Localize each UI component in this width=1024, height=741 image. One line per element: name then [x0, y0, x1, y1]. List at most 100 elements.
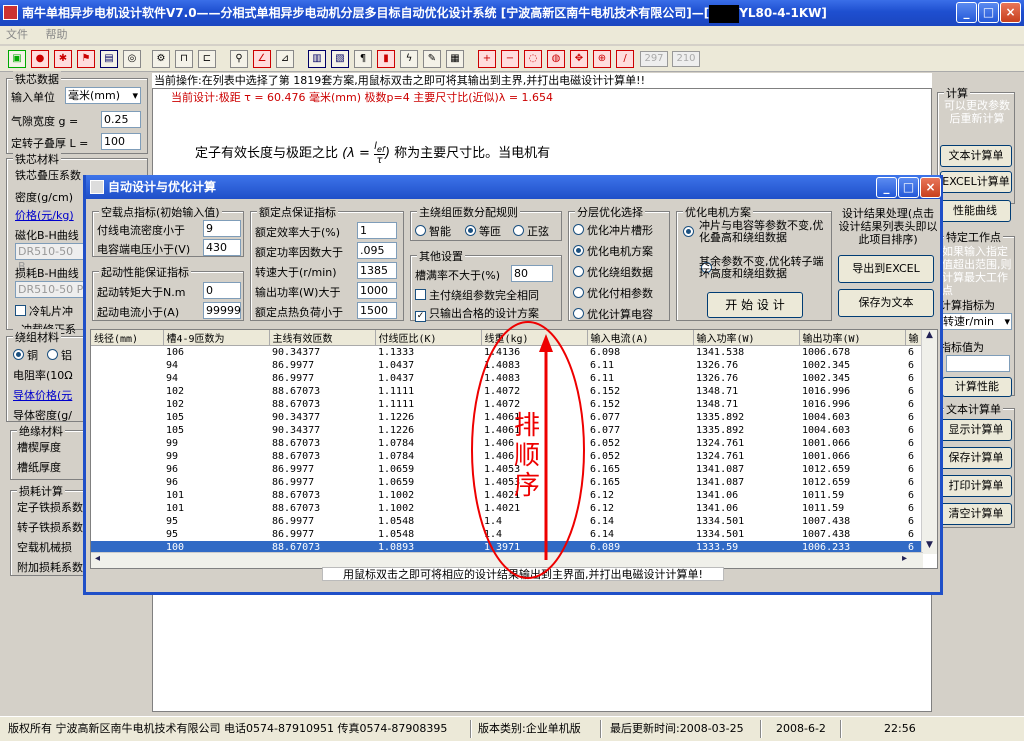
- page-width-field[interactable]: 297: [640, 51, 668, 67]
- same-param-checkbox[interactable]: [415, 289, 426, 300]
- maximize-button[interactable]: □: [978, 2, 999, 23]
- unit-select[interactable]: 毫米(mm) ▾: [65, 87, 141, 104]
- table-cell: 1012.659: [802, 476, 851, 488]
- start-current-input[interactable]: 99999: [203, 302, 241, 319]
- price-link[interactable]: 价格(元/kg): [15, 207, 74, 223]
- chart-icon[interactable]: ▦: [446, 50, 464, 68]
- column-header[interactable]: 主线有效匝数: [269, 330, 376, 346]
- move-icon[interactable]: ✥: [570, 50, 588, 68]
- sine-radio[interactable]: [513, 225, 524, 236]
- aux-current-density-input[interactable]: 9: [203, 220, 241, 237]
- opt-cap-radio[interactable]: [573, 308, 584, 319]
- zoom-custom-icon[interactable]: ⊕: [593, 50, 611, 68]
- draw-icon[interactable]: /: [616, 50, 634, 68]
- bars-icon[interactable]: ▮: [377, 50, 395, 68]
- bolt-icon[interactable]: ϟ: [400, 50, 418, 68]
- calc-performance-button[interactable]: 计算性能: [942, 377, 1012, 397]
- menu-help[interactable]: 帮助: [46, 28, 68, 41]
- column-header[interactable]: 输入电流(A): [587, 330, 694, 346]
- opt-lamination-radio[interactable]: [573, 224, 584, 235]
- motor-icon[interactable]: ⚙: [152, 50, 170, 68]
- stack-length-input[interactable]: 100: [101, 133, 141, 150]
- column-header[interactable]: 输入功率(W): [693, 330, 800, 346]
- vertical-scrollbar[interactable]: ▲ ▼: [921, 330, 937, 554]
- show-sheet-button[interactable]: 显示计算单: [940, 419, 1012, 441]
- start-torque-input[interactable]: 0: [203, 282, 241, 299]
- clear-sheet-button[interactable]: 清空计算单: [940, 503, 1012, 525]
- target-icon[interactable]: ◎: [123, 50, 141, 68]
- zoom-page-icon[interactable]: ◍: [547, 50, 565, 68]
- gap-input[interactable]: 0.25: [101, 111, 141, 128]
- stop-icon[interactable]: ●: [31, 50, 49, 68]
- aluminum-radio[interactable]: [47, 349, 58, 360]
- table-cell: 86.9977: [272, 463, 315, 475]
- plot-icon[interactable]: ⊿: [276, 50, 294, 68]
- column-header[interactable]: 输出功率(W): [799, 330, 906, 346]
- scroll-down-icon[interactable]: ▼: [922, 540, 937, 554]
- opt-aux-radio[interactable]: [573, 287, 584, 298]
- conductor-price-link[interactable]: 导体价格(元: [13, 387, 72, 403]
- zoom-in-icon[interactable]: +: [478, 50, 496, 68]
- print-sheet-button[interactable]: 打印计算单: [940, 475, 1012, 497]
- slot-paper-label: 槽纸厚度: [17, 461, 61, 474]
- text-calc-button[interactable]: 文本计算单: [940, 145, 1012, 167]
- new-icon[interactable]: ▣: [8, 50, 26, 68]
- heat-load-input[interactable]: 1500: [357, 302, 397, 319]
- loss-curve-select[interactable]: DR510-50 P: [15, 281, 85, 298]
- only-ok-checkbox[interactable]: ✓: [415, 311, 426, 322]
- bh-curve-select[interactable]: DR510-50 B: [15, 243, 85, 273]
- column-header[interactable]: 线径(mm): [91, 330, 164, 346]
- zoom-fit-icon[interactable]: ◌: [524, 50, 542, 68]
- scheme-a-radio[interactable]: [683, 226, 694, 237]
- speed-input[interactable]: 1385: [357, 262, 397, 279]
- table-cell: 1016.996: [802, 398, 851, 410]
- chevron-down-icon: ▾: [132, 89, 138, 102]
- export-excel-button[interactable]: 导出到EXCEL: [838, 255, 934, 283]
- slot-icon[interactable]: ⊓: [175, 50, 193, 68]
- menu-file[interactable]: 文件: [6, 28, 28, 41]
- opt-motor-radio[interactable]: [573, 245, 584, 256]
- dialog-minimize-button[interactable]: _: [876, 177, 897, 198]
- efficiency-input[interactable]: 1: [357, 222, 397, 239]
- dialog-titlebar: 自动设计与优化计算: [86, 175, 940, 199]
- curve-icon[interactable]: ∠: [253, 50, 271, 68]
- window-icon[interactable]: ▤: [100, 50, 118, 68]
- cold-rolled-checkbox[interactable]: [15, 305, 26, 316]
- lamination-icon[interactable]: ⊏: [198, 50, 216, 68]
- excel-calc-button[interactable]: EXCEL计算单: [940, 171, 1012, 193]
- save-icon[interactable]: ▧: [331, 50, 349, 68]
- book-icon[interactable]: ▥: [308, 50, 326, 68]
- value-input[interactable]: [946, 355, 1010, 372]
- close-button[interactable]: ×: [1000, 2, 1021, 23]
- opt-winding-radio[interactable]: [573, 266, 584, 277]
- save-sheet-button[interactable]: 保存计算单: [940, 447, 1012, 469]
- start-design-button[interactable]: 开 始 设 计: [707, 292, 803, 318]
- slot-fill-input[interactable]: 80: [511, 265, 553, 282]
- minimize-button[interactable]: _: [956, 2, 977, 23]
- power-factor-input[interactable]: .095: [357, 242, 397, 259]
- performance-curve-button[interactable]: 性能曲线: [939, 200, 1011, 222]
- zoom-out-icon[interactable]: −: [501, 50, 519, 68]
- scroll-right-icon[interactable]: ▸: [902, 553, 907, 564]
- calc-by-select[interactable]: 转速r/min ▾: [940, 313, 1012, 330]
- zoom-tool-icon[interactable]: ⚲: [230, 50, 248, 68]
- column-header[interactable]: 槽4-9匝数为: [163, 330, 270, 346]
- copper-radio[interactable]: [13, 349, 24, 360]
- smart-radio[interactable]: [415, 225, 426, 236]
- settings-icon[interactable]: ✱: [54, 50, 72, 68]
- dialog-close-button[interactable]: ×: [920, 177, 941, 198]
- cap-voltage-input[interactable]: 430: [203, 239, 241, 256]
- pen-icon[interactable]: ✎: [423, 50, 441, 68]
- dialog-maximize-button[interactable]: □: [898, 177, 919, 198]
- result-note: 设计结果处理(点击设计结果列表头即以此项目排序): [838, 207, 938, 246]
- save-text-button[interactable]: 保存为文本: [838, 289, 934, 317]
- scroll-up-icon[interactable]: ▲: [922, 330, 937, 344]
- scroll-left-icon[interactable]: ◂: [95, 553, 100, 564]
- flag-icon[interactable]: ⚑: [77, 50, 95, 68]
- table-cell: 86.9977: [272, 515, 315, 527]
- page-height-field[interactable]: 210: [672, 51, 700, 67]
- align-icon[interactable]: ¶: [354, 50, 372, 68]
- opt-cap-label: 优化计算电容: [587, 308, 653, 321]
- output-power-input[interactable]: 1000: [357, 282, 397, 299]
- equal-radio[interactable]: [465, 225, 476, 236]
